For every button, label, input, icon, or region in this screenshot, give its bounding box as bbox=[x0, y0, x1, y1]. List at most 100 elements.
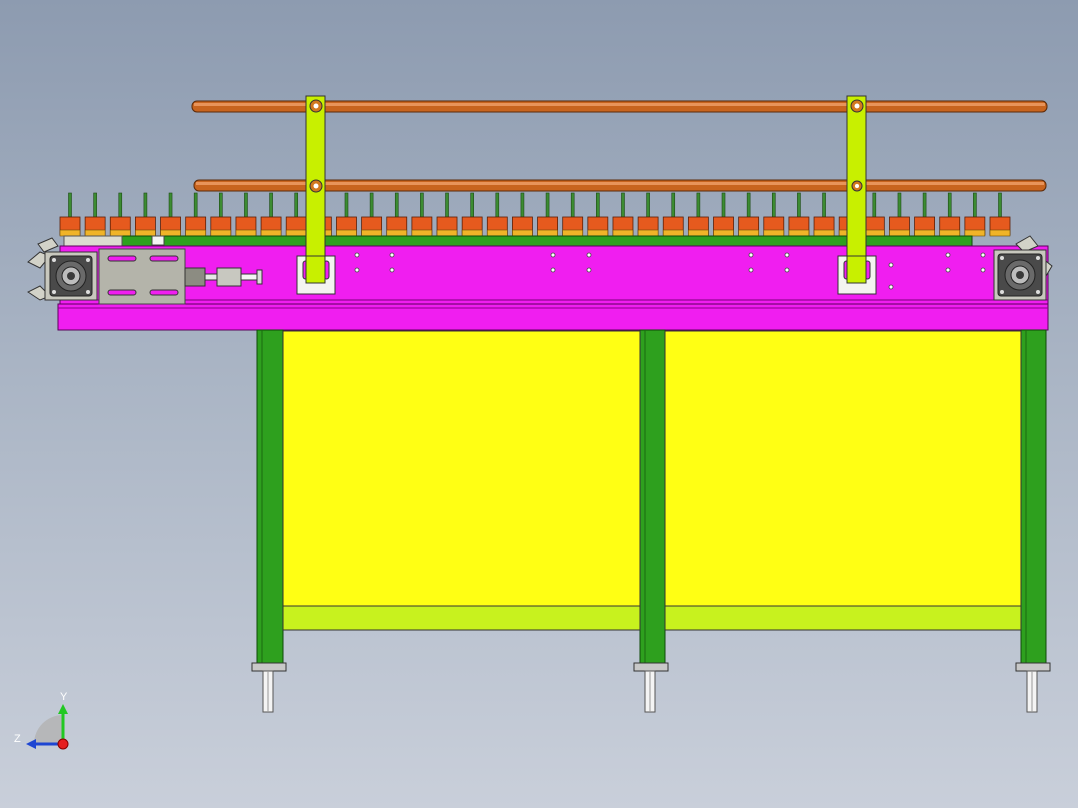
frame-leg-left[interactable] bbox=[256, 329, 284, 671]
cleat-base bbox=[562, 229, 584, 237]
cleat-base bbox=[738, 229, 759, 237]
cleat-base bbox=[612, 229, 634, 237]
cleat-base bbox=[361, 229, 382, 237]
cleat-pin bbox=[922, 192, 927, 218]
cleat-pin bbox=[394, 192, 399, 218]
cad-viewport[interactable]: Y Z bbox=[0, 0, 1078, 808]
cleat-pin bbox=[68, 192, 72, 218]
cleat-pin bbox=[771, 192, 776, 218]
cleat-base bbox=[512, 229, 533, 237]
conveyor-cleat bbox=[361, 192, 383, 237]
cleat-base bbox=[160, 229, 181, 237]
cleat-base bbox=[637, 229, 659, 237]
cleat-base bbox=[461, 229, 483, 237]
conveyor-cleat bbox=[160, 192, 181, 237]
cleat-pin bbox=[973, 192, 977, 218]
cleat-base bbox=[135, 229, 156, 237]
conveyor-cleat bbox=[512, 192, 533, 237]
cleat-base bbox=[411, 229, 433, 237]
cleat-base bbox=[864, 229, 885, 237]
conveyor-cleat bbox=[185, 192, 207, 237]
cleat-pin bbox=[998, 192, 1002, 218]
cleat-pin bbox=[822, 192, 826, 218]
cleat-base bbox=[889, 229, 910, 237]
cleat-base bbox=[914, 229, 935, 237]
cleat-base bbox=[587, 229, 609, 237]
cleat-base bbox=[84, 229, 106, 237]
cleat-base bbox=[662, 229, 684, 237]
conveyor-cleat bbox=[336, 192, 357, 237]
cleat-base bbox=[788, 229, 810, 237]
conveyor-cleat-row bbox=[59, 192, 1011, 237]
cleat-pin bbox=[897, 192, 902, 218]
leveling-foot-right[interactable] bbox=[1015, 662, 1051, 713]
conveyor-belt-top[interactable] bbox=[119, 235, 973, 247]
conveyor-cleat bbox=[461, 192, 483, 237]
frame-leg-middle[interactable] bbox=[639, 329, 666, 671]
conveyor-cleat bbox=[84, 192, 106, 237]
cleat-base bbox=[688, 229, 709, 237]
cleat-base bbox=[235, 229, 257, 237]
cleat-base bbox=[285, 229, 307, 237]
cleat-pin bbox=[445, 192, 449, 218]
cleat-pin bbox=[495, 192, 500, 218]
cleat-pin bbox=[168, 192, 173, 218]
cleat-base bbox=[336, 229, 357, 237]
cleat-pin bbox=[596, 192, 600, 218]
cleat-base bbox=[813, 229, 835, 237]
cleat-base bbox=[989, 229, 1011, 237]
cleat-pin bbox=[470, 192, 474, 218]
cleat-pin bbox=[872, 192, 877, 218]
cleat-pin bbox=[520, 192, 525, 218]
conveyor-cleat bbox=[863, 192, 885, 237]
cleat-base bbox=[486, 229, 508, 237]
cleat-base bbox=[763, 229, 785, 237]
side-panel-right[interactable] bbox=[664, 330, 1022, 607]
conveyor-cleat bbox=[637, 192, 659, 237]
conveyor-cleat bbox=[210, 192, 232, 237]
cleat-pin bbox=[545, 192, 550, 218]
cleat-pin bbox=[947, 192, 952, 218]
conveyor-cleat bbox=[763, 192, 785, 237]
belt-tab bbox=[151, 235, 165, 246]
conveyor-cleat bbox=[813, 192, 835, 237]
cleat-pin bbox=[696, 192, 701, 218]
cleat-pin bbox=[570, 192, 575, 218]
rail-bracket-left[interactable] bbox=[296, 95, 336, 295]
cleat-pin bbox=[269, 192, 273, 218]
conveyor-cleat bbox=[135, 192, 156, 237]
cleat-pin bbox=[294, 192, 299, 218]
cleat-pin bbox=[118, 192, 123, 218]
conveyor-cleat bbox=[587, 192, 609, 237]
conveyor-cleat bbox=[713, 192, 734, 237]
conveyor-cleat bbox=[436, 192, 458, 237]
triad-y-label: Y bbox=[60, 691, 68, 703]
leveling-foot-left[interactable] bbox=[251, 662, 287, 713]
cleat-pin bbox=[344, 192, 349, 218]
cleat-pin bbox=[369, 192, 374, 218]
tensioner-plate[interactable] bbox=[98, 248, 186, 305]
cleat-base bbox=[109, 229, 131, 237]
conveyor-cleat bbox=[612, 192, 634, 237]
frame-leg-right[interactable] bbox=[1020, 329, 1047, 671]
side-panel-left[interactable] bbox=[282, 330, 641, 607]
conveyor-cleat bbox=[59, 192, 81, 237]
conveyor-cleat bbox=[235, 192, 257, 237]
rail-bracket-right[interactable] bbox=[837, 95, 877, 295]
cleat-pin bbox=[93, 192, 97, 218]
coordinate-triad[interactable]: Y Z bbox=[14, 691, 69, 750]
conveyor-cleat bbox=[687, 192, 709, 237]
leveling-foot-middle[interactable] bbox=[633, 662, 669, 713]
conveyor-cleat bbox=[260, 192, 282, 237]
belt-edge-left bbox=[63, 235, 123, 247]
cleat-base bbox=[185, 229, 206, 237]
cleat-base bbox=[537, 229, 558, 237]
cleat-base bbox=[939, 229, 961, 237]
conveyor-cleat bbox=[285, 192, 307, 237]
conveyor-cleat bbox=[788, 192, 810, 237]
conveyor-cleat bbox=[537, 192, 558, 237]
cleat-pin bbox=[244, 192, 248, 218]
cleat-pin bbox=[746, 192, 751, 218]
magenta-side-beam[interactable] bbox=[57, 245, 1049, 331]
cleat-pin bbox=[797, 192, 801, 218]
